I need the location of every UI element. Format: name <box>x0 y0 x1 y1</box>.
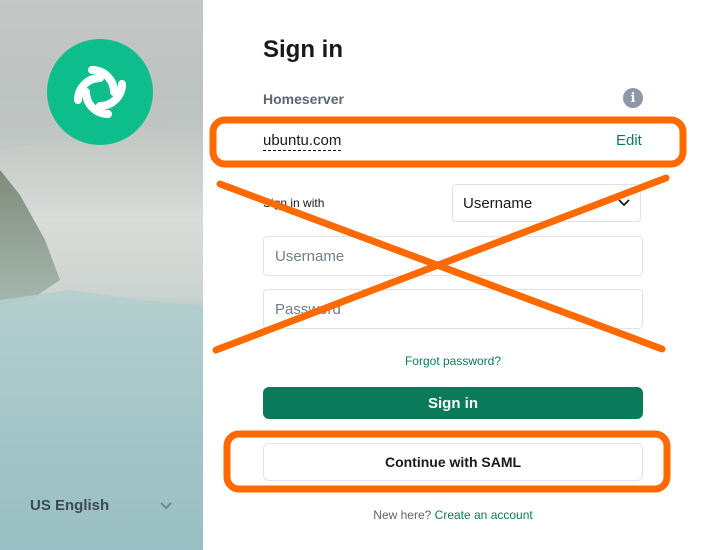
chevron-down-icon <box>618 199 630 207</box>
forgot-password-link[interactable]: Forgot password? <box>263 354 643 368</box>
saml-button[interactable]: Continue with SAML <box>263 443 643 481</box>
language-dropdown[interactable]: US English <box>30 497 172 514</box>
sign-in-button[interactable]: Sign in <box>263 387 643 419</box>
homeserver-name: ubuntu.com <box>263 132 342 151</box>
element-logo <box>47 39 153 145</box>
chevron-down-icon <box>160 501 172 509</box>
page-title: Sign in <box>263 36 343 63</box>
new-here-text: New here? <box>373 508 432 522</box>
login-type-value: Username <box>463 194 533 212</box>
login-type-select[interactable]: Username <box>452 184 641 222</box>
password-input[interactable] <box>263 289 643 329</box>
signup-footer: New here? Create an account <box>263 508 643 522</box>
auth-panel: Sign in Homeserver i ubuntu.com Edit Sig… <box>203 0 703 550</box>
element-logo-icon <box>74 66 126 118</box>
username-input[interactable] <box>263 236 643 276</box>
homeserver-heading: Homeserver <box>263 91 344 107</box>
sign-in-with-label: Sign in with <box>263 196 325 210</box>
left-scenic-panel: US English <box>0 0 203 550</box>
create-account-link[interactable]: Create an account <box>435 508 533 522</box>
info-icon[interactable]: i <box>623 88 643 108</box>
language-label: US English <box>30 497 110 514</box>
edit-homeserver-link[interactable]: Edit <box>616 132 642 149</box>
